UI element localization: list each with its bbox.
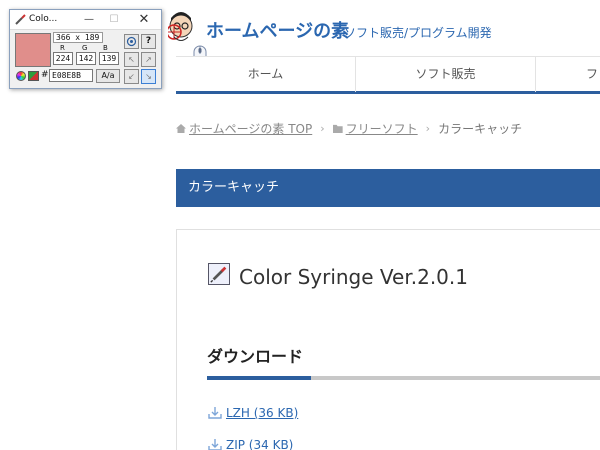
color-palette-icon[interactable] — [16, 71, 26, 81]
download-link-label[interactable]: ZIP (34 KB) — [226, 438, 293, 450]
red-value-field[interactable]: 224 — [53, 52, 73, 65]
target-crosshair-button[interactable] — [124, 34, 139, 49]
arrow-down-right-icon[interactable]: ↘ — [141, 69, 156, 84]
section-divider-accent — [207, 376, 311, 380]
color-picker-icon[interactable] — [28, 71, 39, 81]
category-bar: カラーキャッチ — [176, 169, 600, 207]
download-link-label[interactable]: LZH (36 KB) — [226, 406, 298, 420]
green-value-field[interactable]: 142 — [76, 52, 96, 65]
blue-channel-label: B — [103, 44, 108, 52]
nav-item-truncated[interactable]: フ — [536, 57, 600, 92]
content-card: Color Syringe Ver.2.0.1 ダウンロード LZH (36 K… — [176, 229, 600, 450]
hex-value-field[interactable]: E08E8B — [49, 69, 93, 82]
window-close-button[interactable]: ✕ — [134, 11, 154, 28]
color-syringe-app-icon — [208, 263, 230, 285]
breadcrumb-current: カラーキャッチ — [438, 122, 523, 136]
breadcrumb-chevron-icon: › — [425, 122, 431, 135]
page-title: Color Syringe Ver.2.0.1 — [239, 265, 468, 289]
window-minimize-button[interactable]: — — [80, 11, 98, 28]
download-heading: ダウンロード — [207, 347, 304, 366]
nav-item-software-sales[interactable]: ソフト販売 — [356, 57, 536, 92]
section-divider — [207, 376, 600, 380]
window-maximize-button[interactable]: ☐ — [105, 11, 123, 28]
global-nav: ホーム ソフト販売 フ — [176, 56, 600, 94]
crosshair-icon — [126, 36, 137, 47]
breadcrumb-category-link[interactable]: フリーソフト — [346, 120, 418, 137]
site-header: ホームページの素 ソフト販売/プログラム開発 — [168, 0, 600, 56]
color-swatch — [15, 33, 51, 67]
color-syringe-window: Colo... — ☐ ✕ 366 x 189 R G B 224 142 13… — [9, 9, 162, 89]
syringe-icon — [15, 14, 26, 25]
window-titlebar[interactable]: Colo... — ☐ ✕ — [10, 10, 161, 30]
red-channel-label: R — [60, 44, 65, 52]
site-logo-icon[interactable] — [168, 12, 196, 46]
breadcrumb-chevron-icon: › — [320, 122, 325, 135]
hex-hash-label: # — [41, 70, 49, 80]
site-title[interactable]: ホームページの素 — [206, 17, 349, 43]
download-link-lzh[interactable]: LZH (36 KB) — [207, 406, 298, 420]
green-channel-label: G — [82, 44, 88, 52]
breadcrumb: ホームページの素 TOP › フリーソフト › カラーキャッチ — [176, 120, 522, 137]
home-icon — [176, 124, 186, 133]
blue-value-field[interactable]: 139 — [99, 52, 119, 65]
breadcrumb-home-link[interactable]: ホームページの素 TOP — [189, 120, 312, 137]
window-title: Colo... — [29, 14, 58, 24]
arrow-up-left-icon[interactable]: ↖ — [124, 52, 139, 67]
folder-icon — [332, 124, 343, 133]
site-tagline: ソフト販売/プログラム開発 — [344, 26, 492, 40]
help-button[interactable]: ? — [141, 34, 156, 49]
arrow-down-left-icon[interactable]: ↙ — [124, 69, 139, 84]
download-link-zip[interactable]: ZIP (34 KB) — [207, 438, 293, 450]
cursor-coordinates: 366 x 189 — [53, 32, 103, 43]
download-icon — [208, 439, 222, 450]
download-icon — [208, 407, 222, 419]
arrow-up-right-icon[interactable]: ↗ — [141, 52, 156, 67]
case-toggle-button[interactable]: A/a — [96, 69, 120, 83]
nav-item-home[interactable]: ホーム — [176, 57, 356, 92]
